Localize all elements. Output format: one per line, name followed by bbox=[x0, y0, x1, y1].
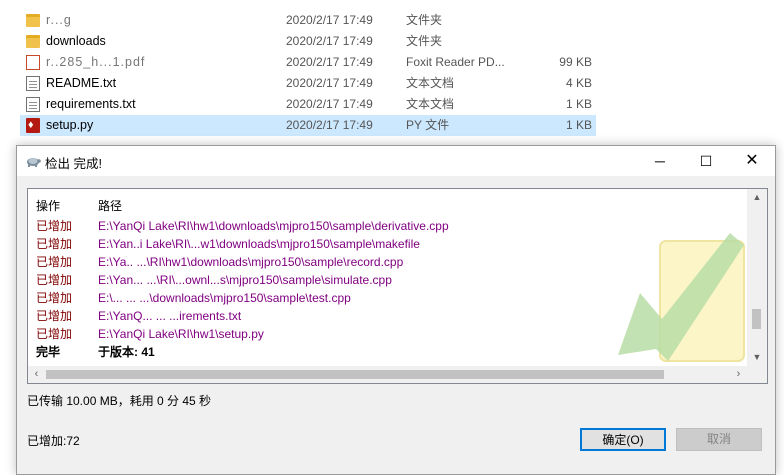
log-row[interactable]: 已增加 E:\Yan... ...\RI\...ownl...s\mjpro15… bbox=[28, 271, 746, 289]
file-row[interactable]: downloads 2020/2/17 17:49 文件夹 bbox=[20, 31, 596, 52]
file-date: 2020/2/17 17:49 bbox=[286, 34, 373, 48]
file-size: 4 KB bbox=[565, 76, 592, 90]
cancel-button[interactable]: 取消 bbox=[676, 428, 762, 451]
log-row[interactable]: 已增加 E:\YanQi Lake\RI\hw1\downloads\mjpro… bbox=[28, 217, 746, 235]
minimize-button[interactable]: ─ bbox=[637, 146, 683, 176]
file-row-selected[interactable]: setup.py 2020/2/17 17:49 PY 文件 1 KB bbox=[20, 115, 596, 136]
file-name: r..285_h...1.pdf bbox=[46, 55, 146, 69]
file-type: 文本文档 bbox=[406, 97, 455, 111]
scroll-down-icon[interactable]: ▼ bbox=[747, 349, 767, 366]
scrollbar-corner bbox=[747, 366, 767, 383]
file-name: downloads bbox=[46, 34, 106, 48]
log-row-completed[interactable]: 完毕 于版本: 41 bbox=[28, 343, 746, 361]
file-date: 2020/2/17 17:49 bbox=[286, 76, 373, 90]
folder-icon bbox=[26, 14, 40, 27]
file-type: Foxit Reader PD... bbox=[406, 55, 505, 69]
folder-icon bbox=[26, 35, 40, 48]
dialog-titlebar[interactable]: 检出 完成! ─ ☐ ✕ bbox=[17, 146, 775, 176]
file-row[interactable]: requirements.txt 2020/2/17 17:49 文本文档 1 … bbox=[20, 94, 596, 115]
log-header: 操作 路径 bbox=[28, 189, 746, 217]
ok-button[interactable]: 确定(O) bbox=[580, 428, 666, 451]
log-operation: 已增加 bbox=[36, 255, 73, 269]
horizontal-scrollbar[interactable]: ‹ › bbox=[28, 366, 747, 383]
scroll-left-icon[interactable]: ‹ bbox=[28, 366, 45, 383]
file-name: requirements.txt bbox=[46, 97, 136, 111]
log-operation: 已增加 bbox=[36, 273, 73, 287]
file-name: README.txt bbox=[46, 76, 117, 90]
file-row[interactable]: README.txt 2020/2/17 17:49 文本文档 4 KB bbox=[20, 73, 596, 94]
pdf-icon bbox=[26, 55, 40, 70]
file-name: setup.py bbox=[46, 118, 94, 132]
close-button[interactable]: ✕ bbox=[729, 146, 775, 176]
file-type: 文件夹 bbox=[406, 34, 443, 48]
log-path: E:\Yan... ...\RI\...ownl...s\mjpro150\sa… bbox=[98, 273, 392, 287]
file-size: 1 KB bbox=[565, 97, 592, 111]
log-row[interactable]: 已增加 E:\... ... ...\downloads\mjpro150\sa… bbox=[28, 289, 746, 307]
revision-text: 于版本: 41 bbox=[98, 345, 155, 359]
horizontal-scroll-thumb[interactable] bbox=[46, 370, 664, 379]
file-date: 2020/2/17 17:49 bbox=[286, 118, 373, 132]
transfer-status: 已传输 10.00 MB，耗用 0 分 45 秒 bbox=[27, 394, 212, 408]
file-row[interactable]: r..285_h...1.pdf 2020/2/17 17:49 Foxit R… bbox=[20, 52, 596, 73]
added-count: 已增加:72 bbox=[27, 434, 80, 448]
vertical-scrollbar[interactable]: ▲ ▼ bbox=[747, 189, 767, 366]
file-size: 1 KB bbox=[565, 118, 592, 132]
dialog-title: 检出 完成! bbox=[45, 157, 102, 171]
log-operation: 完毕 bbox=[36, 345, 61, 359]
column-header-path[interactable]: 路径 bbox=[98, 197, 122, 214]
log-operation: 已增加 bbox=[36, 219, 73, 233]
explorer-file-list: r...g 2020/2/17 17:49 文件夹 downloads 2020… bbox=[0, 0, 784, 150]
file-row[interactable]: r...g 2020/2/17 17:49 文件夹 bbox=[20, 10, 596, 31]
scroll-up-icon[interactable]: ▲ bbox=[747, 189, 767, 206]
log-operation: 已增加 bbox=[36, 291, 73, 305]
log-path: E:\Yan..i Lake\RI\...w1\downloads\mjpro1… bbox=[98, 237, 420, 251]
log-path: E:\YanQi Lake\RI\hw1\downloads\mjpro150\… bbox=[98, 219, 449, 233]
log-row[interactable]: 已增加 E:\YanQi Lake\RI\hw1\setup.py bbox=[28, 325, 746, 343]
text-document-icon bbox=[26, 97, 40, 112]
column-header-operation[interactable]: 操作 bbox=[36, 197, 60, 214]
maximize-button[interactable]: ☐ bbox=[683, 146, 729, 176]
checkout-log-list[interactable]: 操作 路径 已增加 E:\YanQi Lake\RI\hw1\downloads… bbox=[27, 188, 768, 384]
file-type: PY 文件 bbox=[406, 118, 450, 132]
log-row[interactable]: 已增加 E:\Ya.. ...\RI\hw1\downloads\mjpro15… bbox=[28, 253, 746, 271]
scroll-right-icon[interactable]: › bbox=[730, 366, 747, 383]
file-date: 2020/2/17 17:49 bbox=[286, 97, 373, 111]
log-operation: 已增加 bbox=[36, 309, 73, 323]
log-row[interactable]: 已增加 E:\YanQ... ... ...irements.txt bbox=[28, 307, 746, 325]
file-name: r...g bbox=[46, 13, 72, 27]
log-row[interactable]: 已增加 E:\Yan..i Lake\RI\...w1\downloads\mj… bbox=[28, 235, 746, 253]
file-date: 2020/2/17 17:49 bbox=[286, 13, 373, 27]
log-operation: 已增加 bbox=[36, 237, 73, 251]
log-operation: 已增加 bbox=[36, 327, 73, 341]
file-date: 2020/2/17 17:49 bbox=[286, 55, 373, 69]
file-size: 99 KB bbox=[559, 55, 592, 69]
file-type: 文件夹 bbox=[406, 13, 443, 27]
log-path: E:\Ya.. ...\RI\hw1\downloads\mjpro150\sa… bbox=[98, 255, 404, 269]
log-path: E:\... ... ...\downloads\mjpro150\sample… bbox=[98, 291, 351, 305]
vertical-scroll-thumb[interactable] bbox=[752, 309, 761, 329]
file-type: 文本文档 bbox=[406, 76, 455, 90]
text-document-icon bbox=[26, 76, 40, 91]
log-path: E:\YanQ... ... ...irements.txt bbox=[98, 309, 242, 323]
tortoise-icon bbox=[25, 154, 41, 168]
log-path: E:\YanQi Lake\RI\hw1\setup.py bbox=[98, 327, 264, 341]
checkout-complete-dialog: 检出 完成! ─ ☐ ✕ 操作 路径 已增加 E:\YanQi Lake\RI\… bbox=[16, 145, 776, 475]
python-file-icon bbox=[26, 115, 40, 136]
